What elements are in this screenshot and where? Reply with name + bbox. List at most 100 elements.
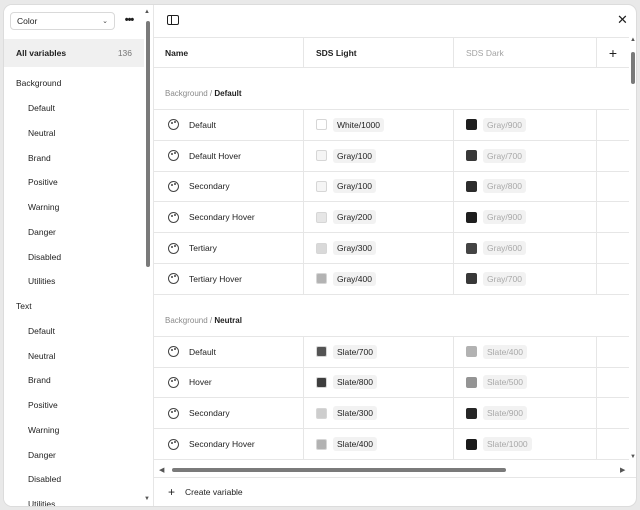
sidebar-item[interactable]: Brand [4, 368, 144, 393]
panel-toggle-icon[interactable] [167, 15, 179, 25]
sidebar-item[interactable]: Neutral [4, 121, 144, 146]
table-row[interactable]: Secondary Gray/100 Gray/800 [154, 171, 629, 203]
table-row[interactable]: Tertiary Gray/300 Gray/600 [154, 233, 629, 264]
sidebar-item[interactable]: Positive [4, 393, 144, 418]
table-row[interactable]: Default Slate/700 Slate/400 [154, 336, 629, 368]
sidebar-item[interactable]: Warning [4, 418, 144, 443]
alias-pill[interactable]: Slate/400 [483, 344, 527, 359]
dark-value-cell[interactable]: Gray/700 [454, 263, 597, 294]
sidebar-item[interactable]: Default [4, 319, 144, 344]
sidebar-item[interactable]: Warning [4, 195, 144, 220]
alias-pill[interactable]: Gray/700 [483, 271, 526, 286]
alias-pill[interactable]: Gray/100 [333, 148, 376, 163]
sidebar-item[interactable]: Danger [4, 220, 144, 245]
sidebar-item[interactable]: Neutral [4, 343, 144, 368]
alias-pill[interactable]: Slate/800 [333, 375, 377, 390]
alias-pill[interactable]: Gray/300 [333, 241, 376, 256]
dark-value-cell[interactable]: Slate/500 [454, 367, 597, 398]
dark-value-cell[interactable]: Gray/800 [454, 171, 597, 202]
sidebar-group[interactable]: Background [4, 71, 144, 96]
light-value-cell[interactable]: Slate/400 [304, 429, 454, 459]
dark-value-cell[interactable]: Gray/600 [454, 233, 597, 263]
light-value-cell[interactable]: Gray/400 [304, 263, 454, 294]
vertical-scroll-thumb[interactable] [631, 52, 635, 84]
horizontal-scroll-thumb[interactable] [172, 468, 506, 472]
column-header-sds-dark[interactable]: SDS Dark [454, 38, 597, 67]
sidebar-scrollbar[interactable] [146, 21, 150, 267]
alias-pill[interactable]: Gray/100 [333, 179, 376, 194]
variable-name-cell[interactable]: Tertiary Hover [154, 263, 304, 294]
dark-value-cell[interactable]: Gray/900 [454, 202, 597, 233]
light-value-cell[interactable]: Gray/200 [304, 202, 454, 233]
table-row[interactable]: Hover Slate/800 Slate/500 [154, 367, 629, 399]
light-value-cell[interactable]: White/1000 [304, 110, 454, 140]
dark-value-cell[interactable]: Slate/400 [454, 336, 597, 367]
table-row[interactable]: Secondary Hover Gray/200 Gray/900 [154, 202, 629, 234]
sidebar-item[interactable]: Utilities [4, 492, 144, 506]
variable-name-cell[interactable]: Secondary [154, 171, 304, 202]
table-row[interactable]: Default Hover Gray/100 Gray/700 [154, 140, 629, 172]
sidebar-scroll-down-icon[interactable]: ▼ [144, 496, 150, 502]
alias-pill[interactable]: Gray/400 [333, 271, 376, 286]
dark-value-cell[interactable]: Slate/1000 [454, 429, 597, 459]
light-value-cell[interactable]: Gray/300 [304, 233, 454, 263]
variable-name-cell[interactable]: Secondary [154, 398, 304, 429]
sidebar-group[interactable]: Text [4, 294, 144, 319]
all-variables-item[interactable]: All variables 136 [4, 39, 144, 67]
alias-pill[interactable]: White/1000 [333, 117, 384, 132]
light-value-cell[interactable]: Gray/100 [304, 140, 454, 171]
scroll-down-icon[interactable]: ▼ [630, 454, 636, 460]
create-variable-button[interactable]: + Create variable [154, 477, 636, 506]
dark-value-cell[interactable]: Gray/900 [454, 110, 597, 140]
alias-pill[interactable]: Gray/700 [483, 148, 526, 163]
column-header-name: Name [154, 38, 304, 67]
sidebar-item[interactable]: Disabled [4, 244, 144, 269]
sidebar-item[interactable]: Brand [4, 145, 144, 170]
light-value-cell[interactable]: Slate/300 [304, 398, 454, 429]
light-value-cell[interactable]: Slate/700 [304, 336, 454, 367]
sidebar-item[interactable]: Utilities [4, 269, 144, 294]
variable-name-cell[interactable]: Default Hover [154, 140, 304, 171]
alias-pill[interactable]: Gray/900 [483, 210, 526, 225]
sidebar-item[interactable]: Danger [4, 442, 144, 467]
alias-pill[interactable]: Slate/1000 [483, 437, 532, 452]
variable-name-cell[interactable]: Hover [154, 367, 304, 398]
dark-value-cell[interactable]: Gray/700 [454, 140, 597, 171]
alias-pill[interactable]: Gray/800 [483, 179, 526, 194]
scroll-left-icon[interactable]: ◀ [159, 466, 164, 474]
alias-pill[interactable]: Slate/400 [333, 437, 377, 452]
variable-name-cell[interactable]: Secondary Hover [154, 429, 304, 459]
scroll-up-icon[interactable]: ▲ [630, 37, 636, 43]
sidebar-scroll-up-icon[interactable]: ▲ [144, 9, 150, 15]
sidebar-item[interactable]: Default [4, 96, 144, 121]
alias-pill[interactable]: Gray/600 [483, 241, 526, 256]
column-header-sds-light[interactable]: SDS Light [304, 38, 454, 67]
alias-pill[interactable]: Gray/900 [483, 117, 526, 132]
dark-value-cell[interactable]: Slate/900 [454, 398, 597, 429]
alias-pill[interactable]: Slate/700 [333, 344, 377, 359]
table-row[interactable]: Secondary Slate/300 Slate/900 [154, 398, 629, 430]
alias-pill[interactable]: Slate/500 [483, 375, 527, 390]
variable-name-cell[interactable]: Tertiary [154, 233, 304, 263]
alias-pill[interactable]: Slate/900 [483, 406, 527, 421]
scroll-right-icon[interactable]: ▶ [620, 466, 625, 474]
light-value-cell[interactable]: Gray/100 [304, 171, 454, 202]
table-row[interactable]: Default White/1000 Gray/900 [154, 110, 629, 141]
variable-name-cell[interactable]: Secondary Hover [154, 202, 304, 233]
sidebar-item[interactable]: Positive [4, 170, 144, 195]
more-icon[interactable]: ••• [122, 13, 136, 27]
horizontal-scrollbar[interactable]: ◀ ▶ [154, 465, 629, 475]
empty-cell [597, 264, 629, 294]
add-mode-button[interactable]: + [597, 38, 629, 67]
alias-pill[interactable]: Gray/200 [333, 210, 376, 225]
palette-icon [168, 346, 179, 358]
mode-select[interactable]: Color ⌄ [10, 12, 115, 30]
sidebar-item[interactable]: Disabled [4, 467, 144, 492]
alias-pill[interactable]: Slate/300 [333, 406, 377, 421]
light-value-cell[interactable]: Slate/800 [304, 367, 454, 398]
close-icon[interactable]: ✕ [617, 12, 628, 28]
variable-name-cell[interactable]: Default [154, 110, 304, 140]
variable-name-cell[interactable]: Default [154, 336, 304, 367]
table-row[interactable]: Secondary Hover Slate/400 Slate/1000 [154, 429, 629, 460]
table-row[interactable]: Tertiary Hover Gray/400 Gray/700 [154, 263, 629, 295]
